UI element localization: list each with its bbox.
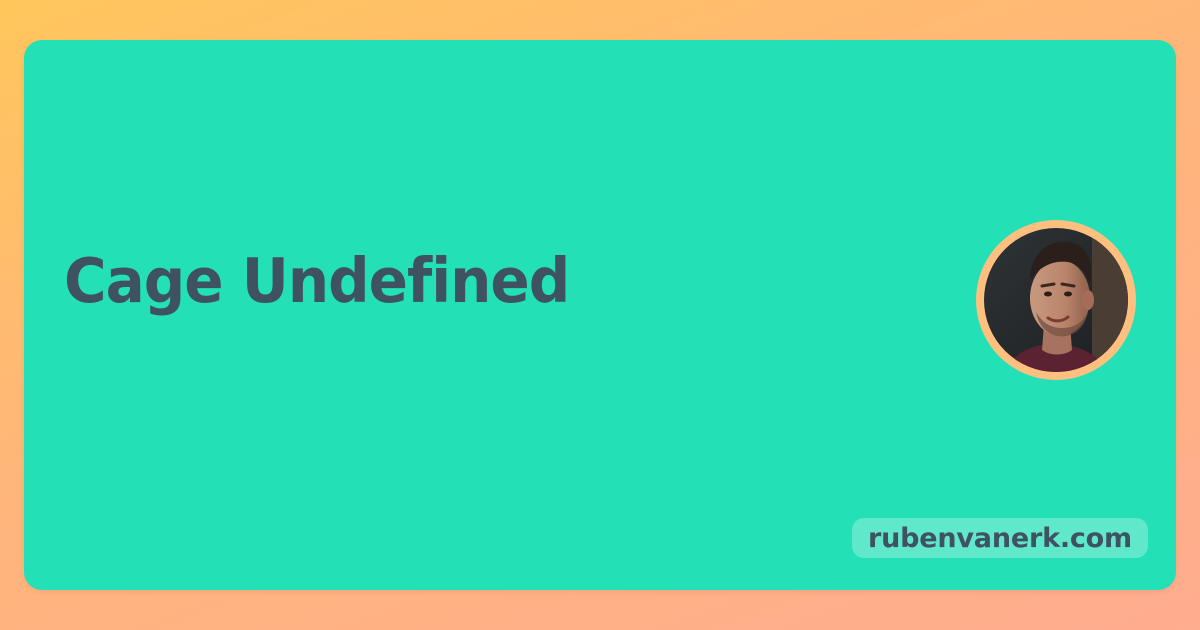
site-url: rubenvanerk.com bbox=[868, 522, 1132, 554]
site-badge[interactable]: rubenvanerk.com bbox=[852, 518, 1148, 558]
preview-card: Cage Undefined rubenvanerk.com bbox=[24, 40, 1176, 590]
avatar bbox=[976, 220, 1136, 380]
page-title: Cage Undefined bbox=[64, 244, 570, 317]
person-photo-icon bbox=[984, 228, 1128, 372]
